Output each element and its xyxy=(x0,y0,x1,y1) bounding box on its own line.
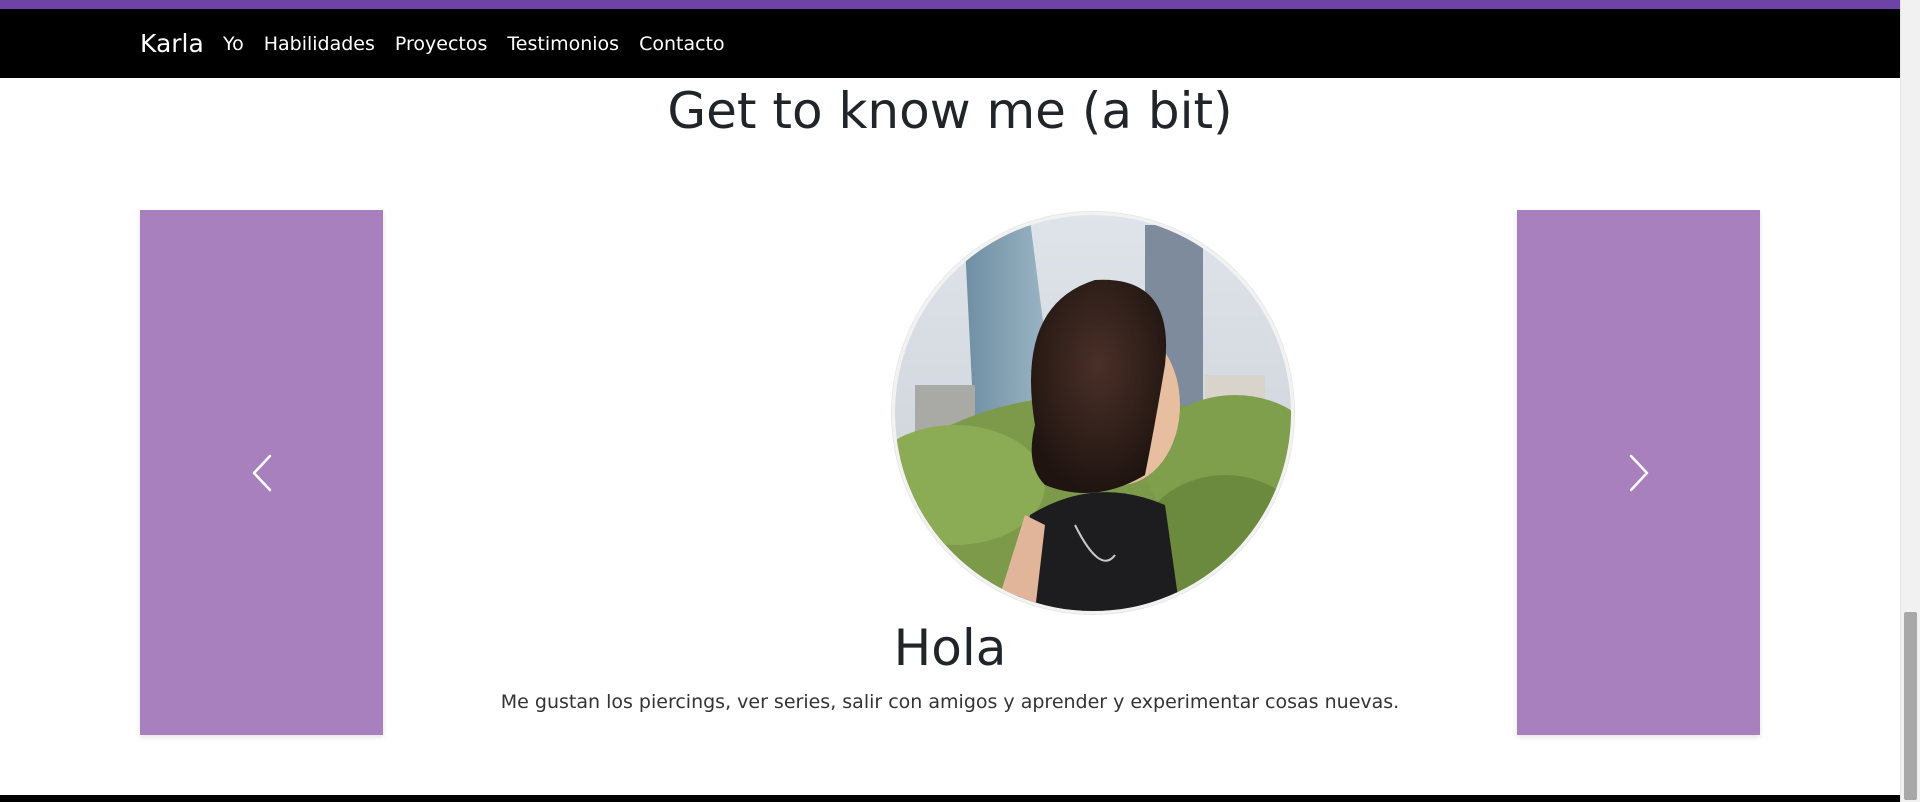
brand-link[interactable]: Karla xyxy=(140,31,204,56)
about-carousel: Hola Me gustan los piercings, ver series… xyxy=(140,210,1760,735)
carousel-slide: Hola Me gustan los piercings, ver series… xyxy=(383,210,1517,735)
navbar: Karla Yo Habilidades Proyectos Testimoni… xyxy=(0,9,1900,78)
carousel-next-button[interactable] xyxy=(1517,210,1760,735)
nav-link-contacto[interactable]: Contacto xyxy=(629,35,735,54)
nav-link-testimonios[interactable]: Testimonios xyxy=(497,35,629,54)
carousel-prev-button[interactable] xyxy=(140,210,383,735)
slide-description: Me gustan los piercings, ver series, sal… xyxy=(500,691,1400,713)
footer-strip xyxy=(0,795,1900,802)
chevron-right-icon xyxy=(1629,454,1648,491)
nav-link-proyectos[interactable]: Proyectos xyxy=(385,35,498,54)
page-scrollbar[interactable] xyxy=(1900,0,1920,802)
section-title: Get to know me (a bit) xyxy=(667,82,1233,140)
scrollbar-thumb[interactable] xyxy=(1904,612,1917,800)
portrait-image xyxy=(895,215,1291,611)
nav-links: Yo Habilidades Proyectos Testimonios Con… xyxy=(223,35,735,54)
nav-link-habilidades[interactable]: Habilidades xyxy=(254,35,385,54)
top-accent-strip xyxy=(0,0,1900,9)
chevron-left-icon xyxy=(252,454,271,491)
nav-link-yo[interactable]: Yo xyxy=(223,35,254,54)
slide-title: Hola xyxy=(893,619,1007,677)
profile-photo xyxy=(892,212,1294,614)
